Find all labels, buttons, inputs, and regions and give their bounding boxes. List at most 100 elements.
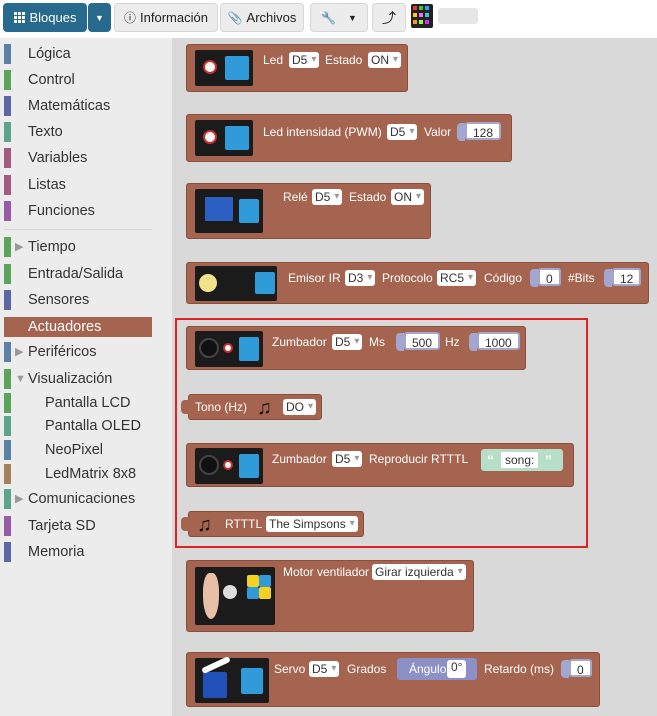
category-ledmatrix[interactable]: LedMatrix 8x8: [4, 464, 152, 484]
estado-label: Estado: [349, 190, 387, 204]
block-label: Led intensidad (PWM): [263, 125, 382, 139]
board-image[interactable]: [411, 4, 433, 28]
category-perifericos[interactable]: ▶ Periféricos: [4, 342, 152, 362]
codigo-input[interactable]: 0: [538, 268, 561, 286]
archivos-button[interactable]: 📎 Archivos: [220, 3, 304, 32]
category-neopixel[interactable]: NeoPixel: [4, 440, 152, 460]
zumbador-block[interactable]: Zumbador D5 Ms 500 Hz 1000: [186, 326, 526, 370]
song-text-field[interactable]: song:: [501, 452, 539, 468]
rtttl-block[interactable]: ♫ RTTTL The Simpsons: [181, 511, 364, 537]
category-color-bar: [4, 201, 11, 221]
category-label: Lógica: [28, 46, 71, 62]
buzzer-module-image: [195, 448, 263, 484]
pin-dropdown[interactable]: D5: [289, 52, 320, 68]
ms-label: Ms: [369, 335, 385, 349]
category-memoria[interactable]: Memoria: [4, 542, 152, 562]
category-sensores[interactable]: Sensores: [4, 290, 152, 310]
category-tarjeta-sd[interactable]: Tarjeta SD: [4, 516, 152, 536]
retardo-label: Retardo (ms): [484, 662, 555, 676]
category-entrada-salida[interactable]: Entrada/Salida: [4, 264, 152, 284]
bits-input[interactable]: 12: [612, 268, 642, 286]
category-texto[interactable]: Texto: [4, 122, 152, 142]
bloques-dropdown-toggle[interactable]: ▼: [88, 3, 111, 32]
block-label: Motor ventilador: [283, 565, 370, 579]
output-tab: [181, 517, 189, 531]
tools-dropdown-button[interactable]: 🔧 ▼: [310, 3, 368, 32]
category-variables[interactable]: Variables: [4, 148, 152, 168]
valor-input[interactable]: 128: [465, 122, 502, 140]
pin-dropdown[interactable]: D5: [312, 189, 343, 205]
category-color-bar: [4, 516, 11, 536]
buzzer-module-image: [195, 331, 263, 367]
pin-dropdown[interactable]: D5: [309, 661, 340, 677]
expand-triangle-icon: ▶: [15, 241, 24, 253]
pin-dropdown[interactable]: D5: [332, 334, 363, 350]
block-label: RTTTL: [225, 517, 263, 531]
string-block[interactable]: “ song: ”: [481, 449, 563, 471]
board-name-blurred: [438, 8, 478, 24]
share-button[interactable]: ⤴: [372, 3, 406, 32]
pin-dropdown[interactable]: D3: [345, 270, 376, 286]
category-label: LedMatrix 8x8: [45, 466, 137, 482]
category-color-bar: [4, 175, 11, 195]
category-color-bar: [4, 96, 11, 116]
note-dropdown[interactable]: DO: [283, 399, 316, 415]
estado-dropdown[interactable]: ON: [391, 189, 424, 205]
category-label: NeoPixel: [45, 442, 104, 458]
category-label: Tarjeta SD: [28, 518, 96, 534]
category-label: Variables: [28, 150, 88, 166]
category-label: Comunicaciones: [28, 491, 136, 507]
category-color-bar: [4, 237, 11, 257]
pin-dropdown[interactable]: D5: [332, 451, 363, 467]
valor-label: Valor: [424, 125, 452, 139]
zumbador-rtttl-block[interactable]: Zumbador D5 Reproducir RTTTL “ song: ”: [186, 443, 574, 487]
pin-dropdown[interactable]: D5: [387, 124, 418, 140]
category-matematicas[interactable]: Matemáticas: [4, 96, 152, 116]
led-block[interactable]: Led D5 Estado ON: [186, 44, 408, 92]
song-dropdown[interactable]: The Simpsons: [266, 516, 358, 532]
angulo-input[interactable]: 0°: [447, 660, 467, 678]
angle-block[interactable]: Ángulo 0°: [397, 658, 477, 680]
category-actuadores[interactable]: Actuadores: [4, 317, 152, 337]
estado-label: Estado: [325, 53, 363, 67]
rele-block[interactable]: Relé D5 Estado ON: [186, 183, 431, 239]
wrench-icon: 🔧: [321, 10, 337, 25]
output-tab: [181, 400, 189, 414]
grados-label: Grados: [347, 662, 387, 676]
servo-block[interactable]: Servo D5 Grados Ángulo 0° Retardo (ms) 0: [186, 652, 600, 707]
hz-input[interactable]: 1000: [477, 332, 520, 350]
bloques-button[interactable]: Bloques: [3, 3, 87, 32]
category-color-bar: [4, 342, 11, 362]
estado-dropdown[interactable]: ON: [368, 52, 401, 68]
category-funciones[interactable]: Funciones: [4, 201, 152, 221]
category-pantalla-lcd[interactable]: Pantalla LCD: [4, 393, 152, 413]
category-comunicaciones[interactable]: ▶ Comunicaciones: [4, 489, 152, 509]
category-color-bar: [4, 542, 11, 562]
servo-module-image: [195, 655, 269, 703]
category-control[interactable]: Control: [4, 70, 152, 90]
informacion-button[interactable]: ⓘ Información: [114, 3, 218, 32]
motor-ventilador-block[interactable]: Motor ventilador Girar izquierda: [186, 560, 474, 632]
category-logica[interactable]: Lógica: [4, 44, 152, 64]
category-tiempo[interactable]: ▶ Tiempo: [4, 237, 152, 257]
category-color-bar: [4, 264, 11, 284]
category-label: Actuadores: [28, 319, 102, 335]
category-color-bar: [4, 416, 11, 436]
block-label: Servo: [274, 662, 306, 676]
motor-module-image: [195, 567, 275, 625]
direction-dropdown[interactable]: Girar izquierda: [372, 564, 466, 580]
category-label: Entrada/Salida: [28, 266, 124, 282]
category-color-bar: [4, 70, 11, 90]
category-visualizacion[interactable]: ▼ Visualización: [4, 369, 152, 389]
led-pwm-block[interactable]: Led intensidad (PWM) D5 Valor 128: [186, 114, 512, 162]
sidebar-separator: [4, 229, 152, 230]
category-label: Memoria: [28, 544, 85, 560]
input-plug: [561, 660, 569, 678]
category-pantalla-oled[interactable]: Pantalla OLED: [4, 416, 152, 436]
ms-input[interactable]: 500: [404, 332, 441, 350]
emisor-ir-block[interactable]: Emisor IR D3 Protocolo RC5 Código 0 #Bit…: [186, 262, 649, 304]
category-listas[interactable]: Listas: [4, 175, 152, 195]
protocolo-dropdown[interactable]: RC5: [437, 270, 477, 286]
tono-block[interactable]: Tono (Hz) ♫ DO: [181, 394, 322, 420]
retardo-input[interactable]: 0: [569, 659, 592, 677]
